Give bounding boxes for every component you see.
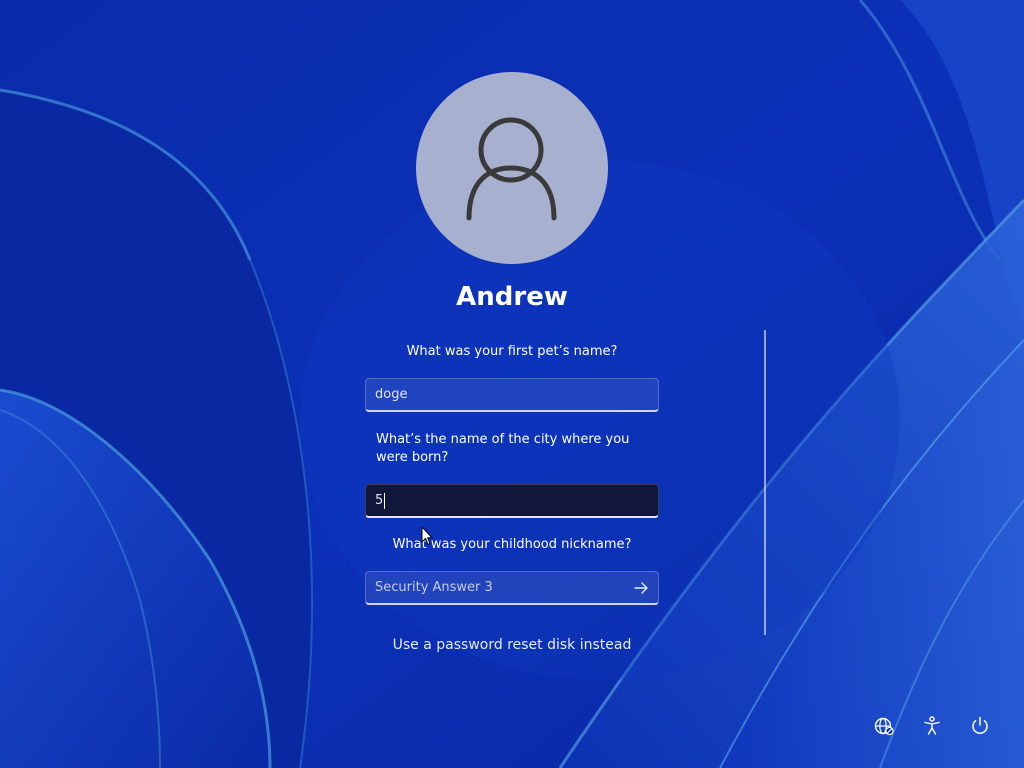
- text-caret: [384, 493, 386, 509]
- security-answer-1-value: doge: [375, 387, 408, 402]
- password-reset-disk-link[interactable]: Use a password reset disk instead: [312, 635, 712, 655]
- accessibility-icon[interactable]: [920, 714, 944, 738]
- security-answer-2-value: 5: [375, 493, 384, 508]
- security-answer-1-field[interactable]: doge: [365, 378, 659, 412]
- security-answer-2-field[interactable]: 5: [365, 484, 659, 518]
- security-answer-3-placeholder: Security Answer 3: [375, 580, 493, 595]
- mouse-pointer-icon: [421, 526, 433, 545]
- person-icon: [466, 117, 557, 221]
- vertical-divider: [764, 330, 766, 635]
- security-question-3: What was your childhood nickname?: [392, 537, 632, 552]
- submit-arrow-icon[interactable]: [632, 579, 650, 597]
- lock-screen: Andrew What was your first pet’s name? d…: [0, 0, 1024, 768]
- user-avatar: [416, 72, 608, 264]
- security-answer-3-field[interactable]: Security Answer 3: [365, 571, 659, 605]
- user-name: Andrew: [456, 282, 568, 312]
- security-question-1: What was your first pet’s name?: [406, 344, 618, 359]
- power-icon[interactable]: [968, 714, 992, 738]
- security-question-2: What’s the name of the city where you we…: [376, 432, 630, 465]
- network-globe-icon[interactable]: [872, 714, 896, 738]
